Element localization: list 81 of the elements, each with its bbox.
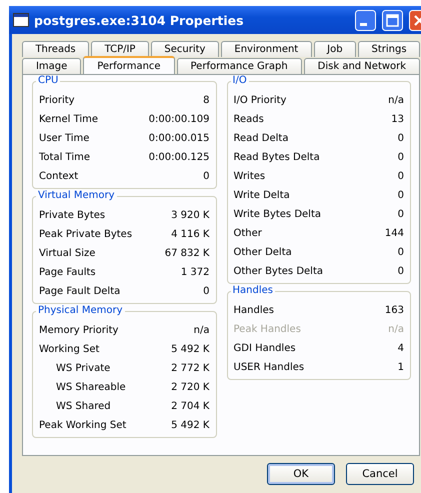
field-label: WS Shared	[55, 401, 111, 412]
minimize-icon[interactable]	[355, 10, 376, 30]
tab[interactable]: Performance	[83, 56, 175, 74]
field-label: User Time	[39, 133, 90, 144]
field-value: 5 492 K	[171, 420, 210, 431]
field-label: Context	[39, 171, 78, 182]
group-title: I/O	[230, 75, 249, 86]
group-title: CPU	[36, 75, 60, 86]
tab[interactable]: Job	[314, 41, 356, 57]
field-value: 8	[203, 95, 210, 106]
field-label: GDI Handles	[234, 343, 296, 354]
field-value: 2 704 K	[171, 401, 210, 412]
field-value: 0	[398, 190, 404, 201]
field-value: 0	[203, 286, 210, 297]
tab[interactable]: Disk and Network	[304, 58, 420, 74]
field-value: 1 372	[180, 267, 210, 278]
field-label: Handles	[234, 305, 274, 316]
field-label: USER Handles	[234, 362, 304, 373]
tab[interactable]: Environment	[220, 41, 312, 57]
field-label: Memory Priority	[39, 325, 118, 336]
field-label: Other	[234, 228, 262, 239]
tab[interactable]: Strings	[358, 41, 420, 57]
field-value: 13	[391, 114, 404, 125]
field-value: 0	[398, 171, 404, 182]
field-label: I/O Priority	[234, 95, 286, 106]
field-value: 67 832 K	[164, 248, 210, 259]
tab[interactable]: Image	[22, 58, 82, 74]
field-value: 4	[398, 343, 404, 354]
group-title: Physical Memory	[36, 305, 125, 316]
maximize-icon[interactable]	[382, 10, 403, 30]
window-title: postgres.exe:3104 Properties	[34, 12, 244, 28]
field-label: Peak Handles	[234, 324, 301, 335]
field-label: Write Bytes Delta	[234, 209, 321, 220]
field-value: 0	[398, 266, 404, 277]
field-label: WS Private	[55, 363, 110, 374]
group-title: Handles	[230, 285, 275, 296]
field-value: n/a	[388, 324, 404, 335]
field-value: 0	[398, 133, 404, 144]
field-label: Other Bytes Delta	[234, 266, 323, 277]
tab[interactable]: TCP/IP	[91, 41, 149, 57]
field-label: Writes	[234, 171, 266, 182]
field-label: Reads	[234, 114, 264, 125]
field-value: 5 492 K	[171, 344, 210, 355]
field-value: 2 720 K	[171, 382, 210, 393]
field-value: n/a	[194, 325, 210, 336]
field-value: 0	[398, 247, 404, 258]
field-value: 0:00:00.015	[148, 133, 210, 144]
field-value: 0	[398, 152, 404, 163]
field-label: Working Set	[39, 344, 100, 355]
field-value: 1	[398, 362, 404, 373]
field-value: 2 772 K	[171, 363, 210, 374]
field-label: Peak Working Set	[39, 420, 126, 431]
window-icon	[13, 13, 29, 27]
field-label: Virtual Size	[39, 248, 96, 259]
field-label: Page Fault Delta	[39, 286, 120, 297]
field-label: Private Bytes	[39, 210, 106, 221]
field-label: Read Delta	[234, 133, 288, 144]
field-value: 3 920 K	[171, 210, 210, 221]
field-label: Kernel Time	[39, 114, 98, 125]
field-value: 0:00:00.125	[148, 152, 210, 163]
field-label: WS Shareable	[55, 382, 126, 393]
dialog-button[interactable]: OK	[267, 463, 335, 485]
field-label: Peak Private Bytes	[39, 229, 132, 240]
tab[interactable]: Performance Graph	[176, 58, 302, 74]
field-label: Priority	[39, 95, 75, 106]
field-value: 0:00:00.109	[148, 114, 210, 125]
field-label: Write Delta	[234, 190, 290, 201]
tab[interactable]: Threads	[22, 41, 90, 57]
field-label: Read Bytes Delta	[234, 152, 320, 163]
dialog-button[interactable]: Cancel	[346, 463, 414, 485]
field-value: 4 116 K	[171, 229, 210, 240]
field-value: 163	[384, 305, 404, 316]
field-value: 0	[203, 171, 210, 182]
field-value: n/a	[388, 95, 404, 106]
field-value: 144	[384, 228, 404, 239]
group-title: Virtual Memory	[36, 190, 117, 201]
field-value: 0	[398, 209, 404, 220]
field-label: Total Time	[39, 152, 90, 163]
field-label: Other Delta	[234, 247, 292, 258]
field-label: Page Faults	[39, 267, 96, 278]
tab[interactable]: Security	[150, 41, 219, 57]
